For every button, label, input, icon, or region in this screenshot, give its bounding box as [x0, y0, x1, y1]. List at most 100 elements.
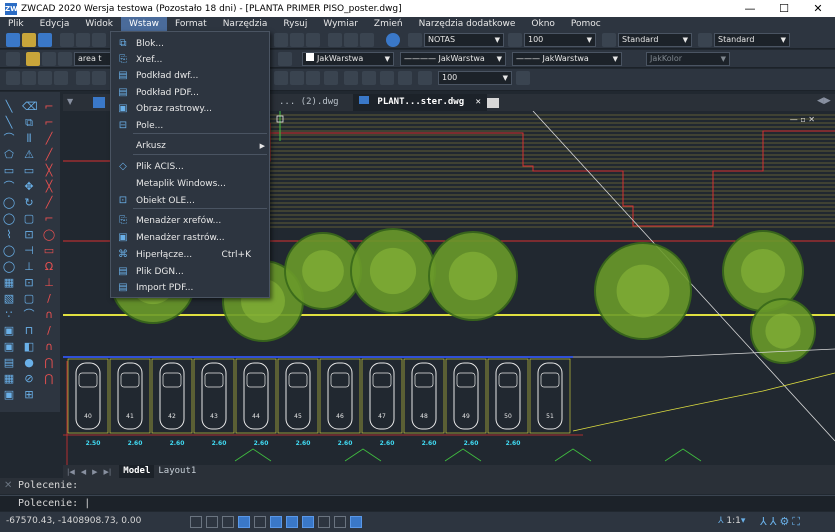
dim-angular-icon[interactable]: ╱: [42, 132, 56, 146]
explode-icon[interactable]: ◧: [22, 340, 36, 354]
multiline-text-icon[interactable]: ▣: [2, 388, 16, 402]
radius-dim-icon[interactable]: [76, 71, 90, 85]
dim-edit-icon[interactable]: [306, 71, 320, 85]
zoom-window-icon[interactable]: [290, 33, 304, 47]
new-tab-icon[interactable]: [487, 98, 499, 108]
menu-wstaw[interactable]: Wstaw: [120, 17, 167, 31]
dim-center-icon[interactable]: Ω: [42, 260, 56, 274]
extend-icon[interactable]: ⊥: [22, 260, 36, 274]
polygon-icon[interactable]: ⬠: [2, 148, 16, 162]
otrack-toggle-icon[interactable]: [270, 516, 282, 528]
properties-icon[interactable]: [328, 33, 342, 47]
stretch-icon[interactable]: ⊡: [22, 228, 36, 242]
layout-nav-icon[interactable]: |◀ ◀ ▶ ▶|: [63, 468, 111, 476]
dim-override-icon[interactable]: ⋂: [42, 372, 56, 386]
match-icon[interactable]: ⊞: [22, 388, 36, 402]
menu-plik[interactable]: Plik: [0, 17, 32, 31]
insert-menu-item-10[interactable]: ⊡ Obiekt OLE...: [111, 193, 269, 209]
dim-update-icon[interactable]: ⋂: [42, 356, 56, 370]
break-icon[interactable]: ⊡: [22, 276, 36, 290]
menu-narzędzia-dodatkowe[interactable]: Narzędzia dodatkowe: [411, 17, 524, 31]
dim-reassociate-icon[interactable]: [516, 71, 530, 85]
linetype-select[interactable]: ———— JakWarstwa ▼: [400, 52, 506, 66]
dim-leader-icon[interactable]: ⊥: [42, 276, 56, 290]
dim-continue-icon[interactable]: ▭: [42, 244, 56, 258]
point-icon[interactable]: ∵: [2, 308, 16, 322]
move-icon[interactable]: ✥: [22, 180, 36, 194]
tolerance-icon[interactable]: [274, 71, 288, 85]
polar-toggle-icon[interactable]: [238, 516, 250, 528]
maximize-button[interactable]: ☐: [767, 0, 801, 17]
save-icon[interactable]: [38, 33, 52, 47]
osnap-toggle-icon[interactable]: [254, 516, 266, 528]
tab-document-1[interactable]: ... (2).dwg: [273, 94, 345, 111]
draworder-icon[interactable]: ●: [22, 356, 36, 370]
dim-arc-icon[interactable]: ╱: [42, 148, 56, 162]
dim-scale-select[interactable]: 100 ▼: [438, 71, 512, 85]
spline-icon[interactable]: ⌇: [2, 228, 16, 242]
minimize-button[interactable]: —: [733, 0, 767, 17]
dyn-toggle-icon[interactable]: [286, 516, 298, 528]
dim-text-edit-icon[interactable]: [324, 71, 338, 85]
dim-radius-icon[interactable]: ╳: [42, 164, 56, 178]
tabs-scroll-icon[interactable]: ▼: [67, 97, 79, 109]
region-icon[interactable]: ▤: [2, 356, 16, 370]
lineweight-toggle-icon[interactable]: [302, 516, 314, 528]
print-icon[interactable]: [60, 33, 74, 47]
trim-icon[interactable]: ⊣: [22, 244, 36, 258]
dim-override-icon[interactable]: [380, 71, 394, 85]
array-icon[interactable]: ▭: [22, 164, 36, 178]
erase-icon[interactable]: ⌫: [22, 100, 38, 114]
insert-menu-item-15[interactable]: ▤ Import PDF...: [111, 280, 269, 296]
menu-narzędzia[interactable]: Narzędzia: [215, 17, 276, 31]
scale-icon[interactable]: ▢: [22, 212, 36, 226]
layer-freeze-icon[interactable]: [42, 52, 56, 66]
ellipse-icon[interactable]: ◯: [2, 244, 16, 258]
ordinate-dim-icon[interactable]: [54, 71, 68, 85]
ray-icon[interactable]: ╲: [2, 116, 16, 130]
rotate-icon[interactable]: ↻: [22, 196, 36, 210]
dim-ordinate-icon[interactable]: ⌐: [42, 212, 56, 226]
aligned-dim-icon[interactable]: [22, 71, 36, 85]
menu-edycja[interactable]: Edycja: [32, 17, 78, 31]
snap-toggle-icon[interactable]: [206, 516, 218, 528]
insert-menu-item-6[interactable]: ⊟ Pole...: [111, 118, 269, 134]
chamfer-icon[interactable]: ⌒: [22, 308, 36, 322]
fillet-icon[interactable]: ⊓: [22, 324, 36, 338]
new-icon[interactable]: [6, 33, 20, 47]
plotstyle-select[interactable]: JakKolor ▼: [646, 52, 730, 66]
insert-menu-item-3[interactable]: ▤ Podkład dwf...: [111, 68, 269, 84]
dim-tolerance-icon[interactable]: /: [42, 292, 56, 306]
hatch-icon[interactable]: ▣: [2, 324, 16, 338]
ortho-toggle-icon[interactable]: [222, 516, 234, 528]
layer-select[interactable]: area t: [74, 52, 114, 66]
layer-on-icon[interactable]: [26, 52, 40, 66]
offset-icon[interactable]: ⚠: [22, 148, 36, 162]
gradient-icon[interactable]: ▣: [2, 340, 16, 354]
insert-menu-item-8[interactable]: ◇ Plik ACIS...: [111, 159, 269, 175]
arc-length-icon[interactable]: [38, 71, 52, 85]
model-space-icon[interactable]: [350, 516, 362, 528]
insert-menu-item-11[interactable]: ⎘ Menadżer xrefów...: [111, 213, 269, 229]
insert-block-icon[interactable]: ▦: [2, 276, 16, 290]
insert-menu-item-5[interactable]: ▣ Obraz rastrowy...: [111, 101, 269, 117]
tablestyle-select[interactable]: Standard ▼: [714, 33, 790, 47]
arc-2-icon[interactable]: ⌒: [2, 180, 16, 194]
menu-zmień[interactable]: Zmień: [366, 17, 411, 31]
dim-baseline-icon[interactable]: ◯: [42, 228, 56, 242]
zoom-previous-icon[interactable]: [306, 33, 320, 47]
layer-lock-icon[interactable]: [58, 52, 72, 66]
table-icon[interactable]: ▦: [2, 372, 16, 386]
mirror-icon[interactable]: ⫴: [22, 132, 36, 146]
menu-okno[interactable]: Okno: [523, 17, 563, 31]
insert-menu-item-9[interactable]: Metaplik Windows...: [111, 176, 269, 192]
selection-cycle-icon[interactable]: [334, 516, 346, 528]
dim-space-icon[interactable]: ∩: [42, 340, 56, 354]
copy-icon[interactable]: ⧉: [22, 116, 36, 130]
help-icon[interactable]: [386, 33, 400, 47]
join-icon[interactable]: ▢: [22, 292, 36, 306]
zoom-icon[interactable]: [274, 33, 288, 47]
tab-document-2[interactable]: PLANT...ster.dwg ✕: [353, 94, 487, 111]
dim-style-icon[interactable]: [362, 71, 376, 85]
menu-rysuj[interactable]: Rysuj: [275, 17, 315, 31]
